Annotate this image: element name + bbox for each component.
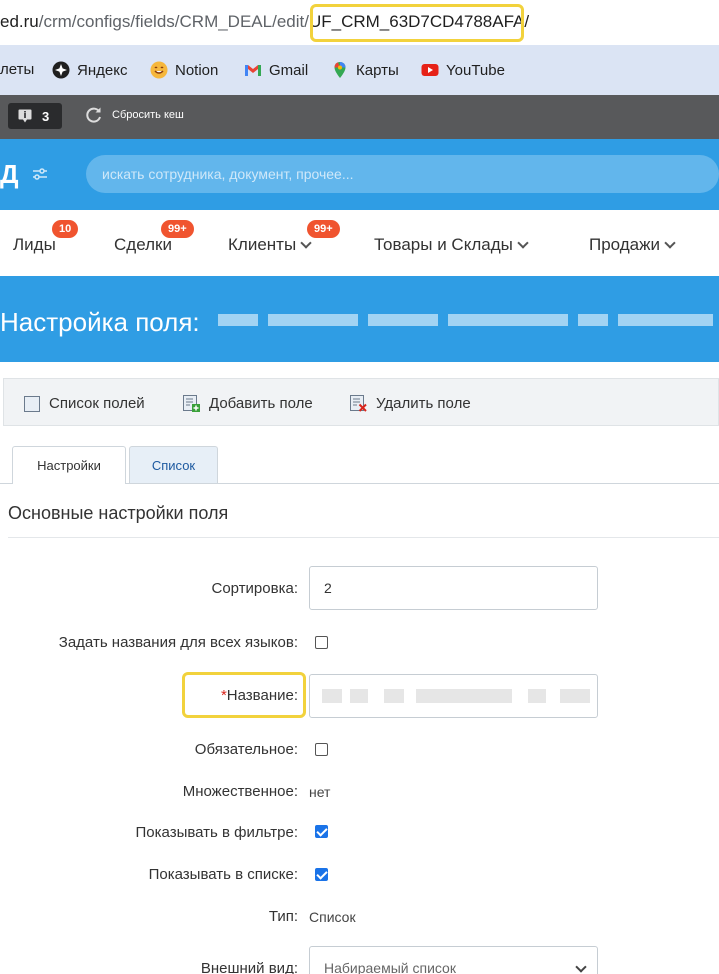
tab-settings[interactable]: Настройки <box>12 446 126 484</box>
nav-badge-clients: 99+ <box>307 220 340 238</box>
bookmark-notion[interactable]: Notion <box>150 61 218 79</box>
appearance-label: Внешний вид: <box>200 960 298 974</box>
all-langs-checkbox[interactable] <box>315 636 328 649</box>
type-value: Список <box>309 909 356 925</box>
redacted-name <box>384 689 404 703</box>
redacted-name <box>560 689 590 703</box>
redacted-title <box>618 314 713 326</box>
redacted-name <box>528 689 546 703</box>
show-filter-checkbox[interactable] <box>315 825 328 838</box>
bookmark-maps[interactable]: Карты <box>331 61 399 79</box>
multiple-value: нет <box>309 784 331 800</box>
list-icon <box>24 395 40 412</box>
bookmark-yandex[interactable]: Яндекс <box>52 61 127 79</box>
delete-field-button[interactable]: Удалить поле <box>350 395 471 412</box>
show-filter-label: Показывать в фильтре: <box>135 824 299 841</box>
redacted-name <box>322 689 342 703</box>
delete-field-icon <box>350 395 367 412</box>
redacted-name <box>350 689 368 703</box>
show-list-label: Показывать в списке: <box>148 866 298 883</box>
add-field-icon <box>183 395 200 412</box>
maps-pin-icon <box>334 62 346 78</box>
crm-nav: Лиды 10 Сделки 99+ Клиенты 99+ Товары и … <box>0 210 719 276</box>
chevron-down-icon <box>517 237 529 249</box>
redacted-title <box>448 314 568 326</box>
address-bar[interactable]: ed.ru/crm/configs/fields/CRM_DEAL/edit/U… <box>0 0 719 45</box>
nav-badge-leads: 10 <box>52 220 79 238</box>
info-icon <box>18 109 32 123</box>
show-list-checkbox[interactable] <box>315 868 328 881</box>
mandatory-checkbox[interactable] <box>315 743 328 756</box>
section-divider <box>8 537 719 538</box>
multiple-label: Множественное: <box>182 783 298 800</box>
nav-item-deals[interactable]: Сделки <box>114 235 172 255</box>
refresh-icon <box>86 107 101 123</box>
notion-smile-icon <box>150 61 168 79</box>
field-toolbar: Список полей Добавить поле Удалить поле <box>3 378 719 426</box>
redacted-title <box>218 314 258 326</box>
appearance-select[interactable]: Набираемый список <box>309 946 598 974</box>
all-langs-label: Задать названия для всех языков: <box>58 634 298 651</box>
sort-input[interactable]: 2 <box>309 566 598 610</box>
filter-sliders-icon[interactable] <box>32 167 48 181</box>
chevron-down-icon <box>575 961 587 973</box>
youtube-icon <box>421 64 439 76</box>
bookmark-youtube[interactable]: YouTube <box>421 61 505 79</box>
top-header: Д искать сотрудника, документ, прочее... <box>0 139 719 210</box>
nav-badge-deals: 99+ <box>161 220 194 238</box>
add-field-button[interactable]: Добавить поле <box>183 395 313 412</box>
notifications-counter[interactable]: 3 <box>8 103 62 129</box>
page-title: Настройка поля: <box>0 307 200 337</box>
redacted-title <box>368 314 438 326</box>
nav-item-leads[interactable]: Лиды <box>13 235 56 255</box>
admin-panel: 3 Сбросить кеш <box>0 95 719 139</box>
mandatory-label: Обязательное: <box>194 741 298 758</box>
page-title-bar: Настройка поля: <box>0 276 719 362</box>
list-fields-button[interactable]: Список полей <box>24 395 145 412</box>
nav-item-products[interactable]: Товары и Склады <box>374 235 529 255</box>
search-input[interactable]: искать сотрудника, документ, прочее... <box>86 155 719 193</box>
url-highlight-box <box>310 4 524 42</box>
redacted-title <box>268 314 358 326</box>
reset-cache-button[interactable]: Сбросить кеш <box>84 105 184 125</box>
nav-item-sales[interactable]: Продажи <box>589 235 676 255</box>
chevron-down-icon <box>300 237 312 249</box>
sort-label: Сортировка: <box>211 580 299 597</box>
gmail-icon <box>245 65 261 76</box>
nav-item-clients[interactable]: Клиенты <box>228 235 312 255</box>
chevron-down-icon <box>664 237 676 249</box>
bookmarks-bar: леты Яндекс Notion Gmail Карты YouTube <box>0 45 719 95</box>
section-title: Основные настройки поля <box>8 503 229 523</box>
portal-logo[interactable]: Д <box>0 159 19 190</box>
redacted-title <box>578 314 608 326</box>
bookmark-item[interactable]: леты <box>0 61 34 78</box>
bookmark-gmail[interactable]: Gmail <box>244 61 308 79</box>
yandex-icon <box>52 61 70 79</box>
tab-list[interactable]: Список <box>129 446 218 483</box>
name-highlight-box <box>182 672 306 718</box>
type-label: Тип: <box>268 908 298 925</box>
redacted-name <box>416 689 512 703</box>
